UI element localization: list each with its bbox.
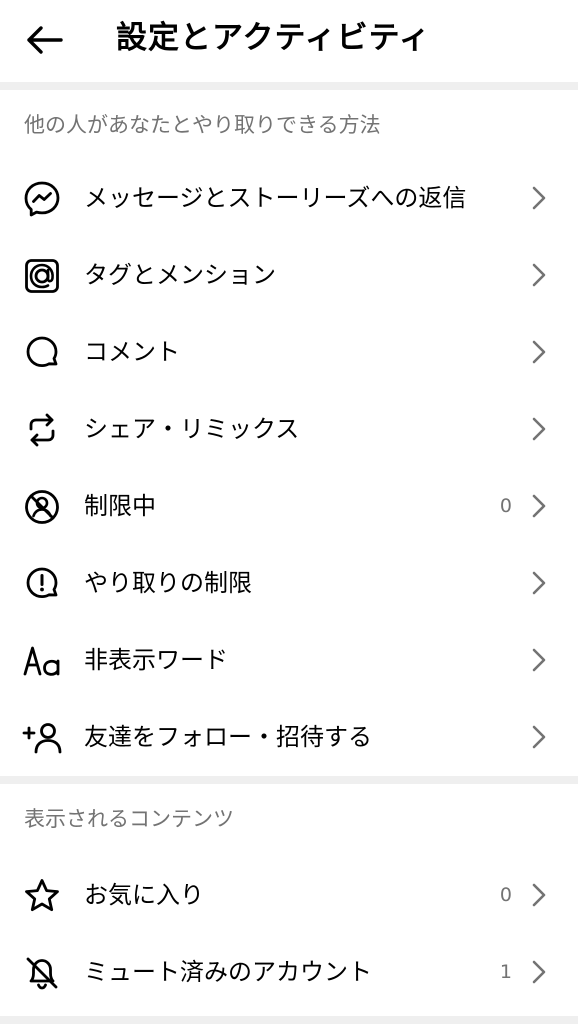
menu-item-label: やり取りの制限 [84, 569, 252, 597]
menu-item-count: 0 [499, 495, 512, 517]
menu-item-messages-story-replies[interactable]: メッセージとストーリーズへの返信 [0, 160, 578, 236]
muted-bell-icon [22, 953, 62, 993]
back-arrow-icon[interactable] [22, 18, 66, 62]
menu-item-label: 制限中 [84, 492, 156, 520]
menu-item-muted-accounts[interactable]: ミュート済みのアカウント 1 [0, 934, 578, 1010]
menu-item-share-remix[interactable]: シェア・リミックス [0, 391, 578, 467]
menu-item-follow-invite-friends[interactable]: 友達をフォロー・招待する [0, 699, 578, 775]
star-icon [22, 876, 62, 916]
menu-item-label: メッセージとストーリーズへの返信 [84, 184, 467, 212]
menu-item-favorites[interactable]: お気に入り 0 [0, 857, 578, 933]
menu-item-label: コメント [84, 338, 180, 366]
chevron-right-icon [526, 879, 552, 911]
chevron-right-icon [526, 259, 552, 291]
menu-item-label: シェア・リミックス [84, 415, 300, 443]
menu-item-label: 友達をフォロー・招待する [84, 723, 372, 751]
chevron-right-icon [526, 182, 552, 214]
menu-item-restricted[interactable]: 制限中 0 [0, 468, 578, 544]
section-divider [0, 776, 578, 784]
section-divider [0, 82, 578, 90]
chevron-right-icon [526, 567, 552, 599]
section-divider [0, 1016, 578, 1024]
menu-item-label: 非表示ワード [84, 646, 228, 674]
menu-item-label: ミュート済みのアカウント [84, 958, 372, 986]
restricted-icon [22, 487, 62, 527]
menu-item-hidden-words[interactable]: 非表示ワード [0, 622, 578, 698]
menu-item-count: 1 [499, 961, 512, 983]
add-person-icon [22, 718, 62, 758]
section-header-interactions: 他の人があなたとやり取りできる方法 [24, 113, 381, 137]
chevron-right-icon [526, 490, 552, 522]
header-bar: 設定とアクティビティ [0, 0, 578, 82]
section-header-content: 表示されるコンテンツ [24, 807, 234, 831]
chevron-right-icon [526, 413, 552, 445]
messenger-icon [22, 179, 62, 219]
page-title: 設定とアクティビティ [116, 20, 431, 56]
menu-item-limit-interactions[interactable]: やり取りの制限 [0, 545, 578, 621]
comment-bubble-icon [22, 333, 62, 373]
text-aa-icon [22, 641, 62, 681]
chevron-right-icon [526, 336, 552, 368]
menu-item-tags-mentions[interactable]: タグとメンション [0, 237, 578, 313]
menu-item-label: お気に入り [84, 881, 204, 909]
chevron-right-icon [526, 721, 552, 753]
menu-item-comments[interactable]: コメント [0, 314, 578, 390]
alert-bubble-icon [22, 564, 62, 604]
at-sign-icon [22, 256, 62, 296]
repost-icon [22, 410, 62, 450]
menu-item-count: 0 [499, 884, 512, 906]
chevron-right-icon [526, 644, 552, 676]
menu-item-label: タグとメンション [84, 261, 276, 289]
chevron-right-icon [526, 956, 552, 988]
